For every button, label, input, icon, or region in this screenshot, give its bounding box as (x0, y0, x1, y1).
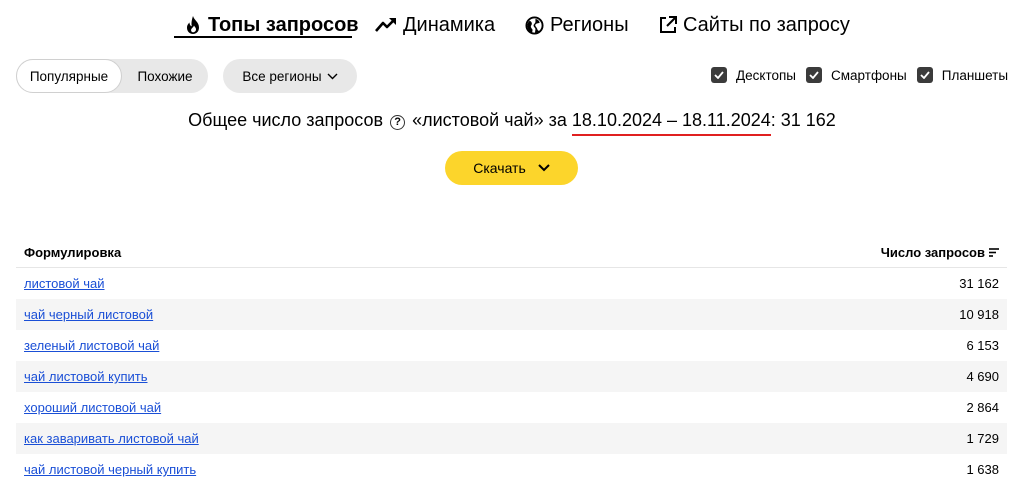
tablet-label: Планшеты (941, 67, 1009, 83)
query-count: 4 690 (966, 369, 999, 384)
download-label: Скачать (473, 160, 526, 176)
sort-icon (989, 248, 999, 257)
active-tab-underline (174, 36, 352, 38)
query-count: 6 153 (966, 338, 999, 353)
desktop-checkbox[interactable]: Десктопы (711, 67, 796, 83)
tab-top-queries[interactable]: Топы запросов (184, 12, 359, 38)
tab-dynamics[interactable]: Динамика (375, 12, 495, 38)
table-row: чай черный листовой 10 918 (16, 299, 1007, 330)
column-header-phrase: Формулировка (24, 245, 122, 260)
query-link[interactable]: чай листовой черный купить (24, 462, 196, 477)
desktop-label: Десктопы (736, 67, 797, 83)
tablet-checkbox[interactable]: Планшеты (916, 67, 1009, 83)
fire-icon (187, 16, 199, 34)
tab-regions[interactable]: Регионы (525, 12, 629, 38)
query-link[interactable]: хороший листовой чай (24, 400, 161, 415)
summary-period: 18.10.2024 – 18.11.2024 (571, 110, 771, 136)
queries-table: Формулировка Число запросов листовой чай… (16, 238, 1007, 485)
column-header-count-label: Число запросов (880, 245, 985, 260)
download-button[interactable]: Скачать (445, 151, 578, 185)
external-link-icon (660, 16, 677, 33)
table-row: листовой чай 31 162 (16, 268, 1007, 299)
chevron-down-icon (327, 73, 338, 79)
tab-label: Динамика (403, 13, 496, 36)
query-link[interactable]: чай черный листовой (24, 307, 153, 322)
similar-toggle-button[interactable]: Похожие (122, 59, 208, 93)
checkbox-checked-icon (806, 67, 823, 83)
query-count: 2 864 (966, 400, 999, 415)
trend-up-icon (375, 18, 396, 32)
popular-toggle-button[interactable]: Популярные (16, 59, 122, 93)
query-count: 1 729 (966, 431, 999, 446)
query-link[interactable]: как заваривать листовой чай (24, 431, 199, 446)
tab-sites[interactable]: Сайты по запросу (659, 12, 850, 38)
query-count: 31 162 (959, 276, 999, 291)
query-count: 1 638 (966, 462, 999, 477)
query-link[interactable]: листовой чай (24, 276, 105, 291)
summary-total: : 31 162 (770, 110, 836, 130)
table-row: хороший листовой чай 2 864 (16, 392, 1007, 423)
table-header: Формулировка Число запросов (16, 238, 1007, 268)
summary-query: «листовой чай» за (412, 110, 567, 130)
smartphone-label: Смартфоны (831, 67, 907, 83)
smartphone-checkbox[interactable]: Смартфоны (806, 67, 907, 83)
tab-label: Топы запросов (208, 13, 359, 36)
checkbox-checked-icon (711, 67, 727, 83)
query-link[interactable]: чай листовой купить (24, 369, 148, 384)
checkbox-checked-icon (916, 67, 933, 83)
summary-prefix: Общее число запросов (188, 110, 384, 130)
device-filters: Десктопы Смартфоны Планшеты (711, 67, 1008, 83)
query-link[interactable]: зеленый листовой чай (24, 338, 159, 353)
help-icon[interactable]: ? (390, 115, 406, 130)
region-select[interactable]: Все регионы (223, 59, 357, 93)
table-row: зеленый листовой чай 6 153 (16, 330, 1007, 361)
table-row: как заваривать листовой чай 1 729 (16, 423, 1007, 454)
globe-icon (525, 15, 544, 35)
total-summary: Общее число запросов ? «листовой чай» за… (0, 110, 1024, 136)
table-row: чай листовой черный купить 1 638 (16, 454, 1007, 485)
tab-label: Регионы (550, 13, 629, 36)
region-select-label: Все регионы (242, 68, 322, 84)
tab-label: Сайты по запросу (683, 13, 850, 36)
table-row: чай листовой купить 4 690 (16, 361, 1007, 392)
mode-toggle: Популярные Похожие (16, 59, 208, 93)
chevron-down-icon (538, 164, 550, 172)
column-header-count[interactable]: Число запросов (881, 245, 999, 260)
top-tabs: Топы запросов Динамика Регионы Сайты по … (0, 0, 1024, 46)
table-body: листовой чай 31 162 чай черный листовой … (16, 268, 1007, 485)
query-count: 10 918 (959, 307, 999, 322)
